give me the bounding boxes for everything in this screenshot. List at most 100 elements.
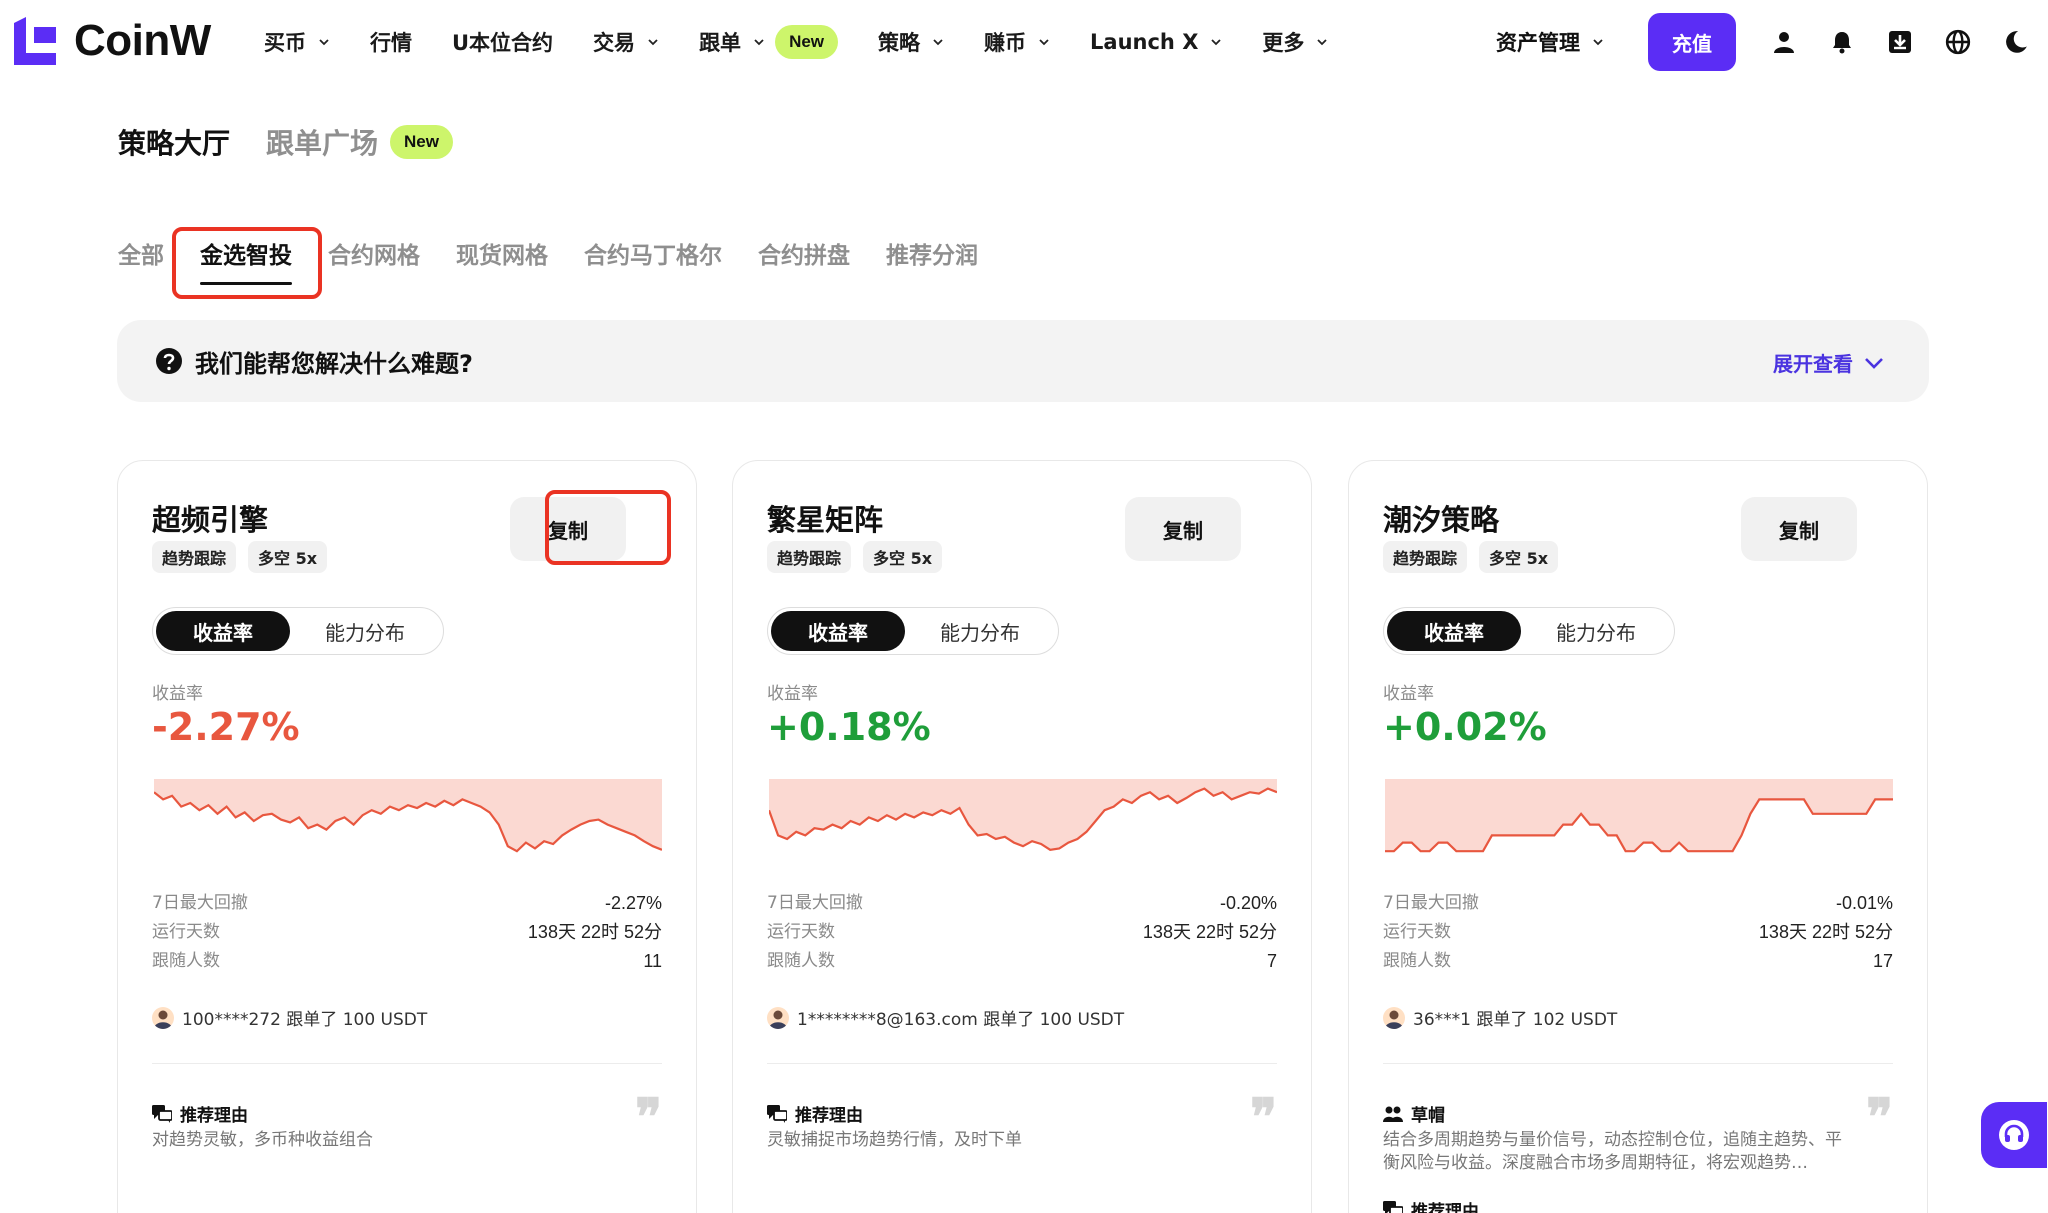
recent-follow: 100****272 跟单了 100 USDT [152, 1005, 427, 1030]
team-icon [1383, 1106, 1403, 1122]
reason-title-text: 草帽 [1411, 1106, 1445, 1126]
chevron-down-icon [319, 39, 329, 46]
stat-label: 7日最大回撤 [767, 893, 863, 913]
chevron-down-icon [1039, 39, 1049, 46]
toggle-return-rate[interactable]: 收益率 [156, 611, 290, 651]
tab-strategy-hall[interactable]: 策略大厅 [118, 122, 230, 162]
stat-label: 7日最大回撤 [1383, 893, 1479, 913]
chevron-down-icon [754, 39, 764, 46]
strategy-card[interactable]: 繁星矩阵 趋势跟踪 多空 5x 复制 收益率 能力分布 收益率 +0.18% 7日最大回撤 -0.… [732, 460, 1312, 1213]
stat-value: 7 [1266, 951, 1277, 971]
view-toggle: 收益率 能力分布 [1383, 607, 1675, 655]
globe-icon[interactable] [1944, 28, 1972, 56]
recommend-reason-text: 结合多周期趋势与量价信号，动态控制仓位，追随主趋势、平衡风险与收益。深度融合市场… [1383, 1130, 1842, 1173]
return-rate-value: +0.02% [1383, 705, 1547, 749]
stat-row: 运行天数 138天 22时 52分 [152, 918, 662, 947]
return-rate-value: +0.18% [767, 705, 931, 749]
bell-icon[interactable] [1828, 28, 1856, 56]
strategy-stats: 7日最大回撤 -0.01% 运行天数 138天 22时 52分 跟随人数 17 [1383, 889, 1893, 976]
menu-item-usdt-futures[interactable]: U本位合约 [452, 27, 553, 57]
toggle-ability-distribution[interactable]: 能力分布 [290, 617, 440, 646]
avatar [152, 1006, 174, 1029]
expand-label: 展开查看 [1773, 352, 1853, 376]
strategy-stats: 7日最大回撤 -0.20% 运行天数 138天 22时 52分跟随人数 7 [767, 889, 1277, 976]
stat-value: 138天 22时 52分 [1142, 922, 1277, 942]
copy-strategy-button[interactable]: 复制 [1741, 497, 1857, 561]
avatar [1383, 1006, 1405, 1029]
coinw-logo[interactable]: CoinW [14, 16, 211, 66]
menu-item-trade[interactable]: 交易 [593, 27, 659, 57]
strategy-tags: 趋势跟踪 多空 5x [152, 541, 339, 573]
quote-icon: ❞ [635, 1087, 662, 1146]
moon-icon[interactable] [2002, 28, 2030, 56]
chevron-down-icon [1593, 39, 1603, 46]
strategy-card[interactable]: 潮汐策略 趋势跟踪 多空 5x 复制 收益率 能力分布 收益率 +0.02% 7日最大回撤 -0.… [1348, 460, 1928, 1213]
strategy-name: 潮汐策略 [1383, 503, 1500, 537]
tab-copy-square[interactable]: 跟单广场 [266, 122, 378, 162]
tab-futures-martingale[interactable]: 合约马丁格尔 [584, 236, 722, 270]
stat-row: 7日最大回撤 -0.20% [767, 889, 1277, 918]
stat-label: 7日最大回撤 [152, 893, 248, 913]
stat-label: 运行天数 [767, 922, 835, 942]
menu-item-earn[interactable]: 赚币 [984, 27, 1050, 57]
brand-name: CoinW [74, 16, 211, 65]
tab-futures-grid[interactable]: 合约网格 [328, 236, 420, 270]
reason-title-text: 推荐理由 [795, 1106, 863, 1126]
divider [152, 1063, 662, 1064]
toggle-ability-distribution[interactable]: 能力分布 [905, 617, 1055, 646]
return-rate-value: -2.27% [152, 705, 300, 749]
return-sparkline [154, 779, 662, 863]
deposit-button[interactable]: 充值 [1648, 13, 1736, 71]
tab-spot-grid[interactable]: 现货网格 [456, 236, 548, 270]
copy-strategy-button[interactable]: 复制 [1125, 497, 1241, 561]
recent-follow-text: 100****272 跟单了 100 USDT [182, 1010, 428, 1030]
stat-value: -0.01% [1835, 893, 1893, 913]
stat-value: -2.27% [604, 893, 662, 913]
question-circle-icon [156, 348, 182, 374]
return-rate-label: 收益率 [1383, 684, 1434, 704]
coinw-logo-mark-icon [14, 17, 56, 65]
menu-label: 买币 [264, 31, 306, 55]
headset-icon [1999, 1120, 2029, 1150]
stat-value: 138天 22时 52分 [1758, 922, 1893, 942]
tab-futures-combo[interactable]: 合约拼盘 [758, 236, 850, 270]
menu-label: 行情 [370, 31, 412, 55]
divider [767, 1063, 1277, 1064]
expand-view-link[interactable]: 展开查看 [1773, 348, 1885, 377]
tab-all[interactable]: 全部 [118, 236, 164, 270]
stat-label: 跟随人数 [1383, 951, 1451, 971]
toggle-ability-distribution[interactable]: 能力分布 [1521, 617, 1671, 646]
asset-management-menu[interactable]: 资产管理 [1496, 27, 1604, 57]
toggle-return-rate[interactable]: 收益率 [1387, 611, 1521, 651]
menu-label: 策略 [878, 31, 921, 55]
view-toggle: 收益率 能力分布 [152, 607, 444, 655]
help-faq-bar[interactable]: 我们能帮您解决什么难题? 展开查看 [117, 320, 1929, 402]
toggle-return-rate[interactable]: 收益率 [771, 611, 905, 651]
menu-item-strategy[interactable]: 策略 [878, 27, 944, 57]
menu-item-markets[interactable]: 行情 [370, 27, 412, 57]
recommend-reason-title: 推荐理由 [767, 1101, 863, 1126]
menu-item-launch-x[interactable]: Launch X [1090, 30, 1222, 54]
strategy-tag: 趋势跟踪 [1383, 541, 1468, 573]
return-rate-label: 收益率 [152, 684, 203, 704]
stat-row: 7日最大回撤 -2.27% [152, 889, 662, 918]
stat-row: 运行天数 138天 22时 52分 [1383, 918, 1893, 947]
recommend-reason-text: 灵敏捕捉市场趋势行情，及时下单 [767, 1130, 1022, 1150]
reason-title-text: 推荐理由 [1411, 1202, 1479, 1213]
tab-referral-share[interactable]: 推荐分润 [886, 236, 978, 270]
menu-label: 交易 [593, 31, 636, 55]
download-icon[interactable] [1886, 28, 1914, 56]
quote-icon: ❞ [1866, 1087, 1893, 1146]
customer-support-button[interactable] [1981, 1102, 2047, 1168]
recommend-reason-title: 推荐理由 [1383, 1197, 1479, 1213]
menu-item-buy-crypto[interactable]: 买币 [264, 27, 330, 57]
strategy-tag: 趋势跟踪 [767, 541, 852, 573]
user-icon[interactable] [1770, 28, 1798, 56]
strategy-card[interactable]: 超频引擎 趋势跟踪 多空 5x 复制 收益率 能力分布 收益率 -2.27% 7日最大回撤 -2.… [117, 460, 697, 1213]
highlight-box-active-tab [172, 227, 322, 299]
chat-bubble-icon [767, 1104, 787, 1123]
stat-row: 跟随人数 7 [767, 947, 1277, 976]
menu-item-more[interactable]: 更多 [1262, 27, 1328, 57]
avatar [767, 1006, 789, 1029]
menu-item-copy-trading[interactable]: 跟单 New [699, 25, 839, 59]
